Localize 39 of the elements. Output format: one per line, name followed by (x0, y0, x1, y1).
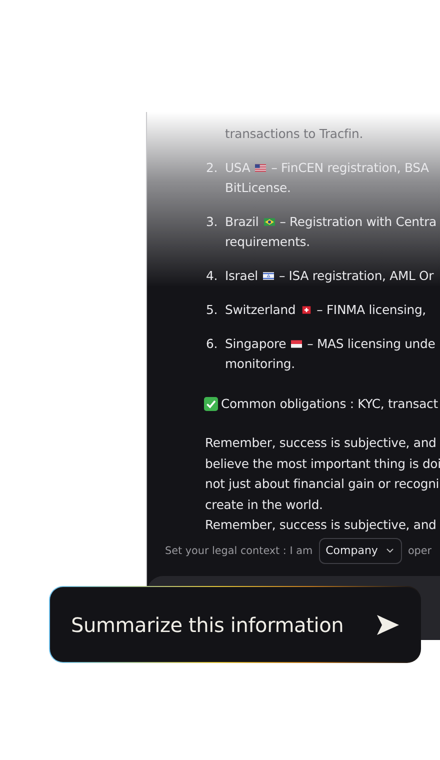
list-number: 5. (206, 301, 219, 319)
country-name: Brazil (225, 213, 259, 231)
country-name: Switzerland (225, 301, 296, 319)
paragraph-line: not just about financial gain or recogni (205, 475, 440, 493)
paragraph-line: create in the world. (205, 496, 324, 514)
country-name: Singapore (225, 335, 286, 353)
item-text: – Registration with Centra (280, 213, 436, 231)
list-number: 3. (206, 213, 219, 231)
country-name: Israel (225, 267, 258, 285)
item-text: requirements. (225, 233, 311, 251)
item-text: – MAS licensing unde (307, 335, 436, 353)
paragraph-line: Remember, success is subjective, and (205, 434, 438, 452)
item-text: transactions to Tracfin. (225, 125, 364, 143)
item-text: – FINMA licensing, (316, 301, 426, 319)
prompt-dialog[interactable]: Summarize this information (49, 586, 421, 663)
country-name: USA (225, 159, 250, 177)
paragraph-line: Remember, success is subjective, and (205, 516, 438, 534)
send-icon (376, 614, 400, 636)
prompt-text: Summarize this information (71, 612, 344, 636)
chevron-down-icon (386, 548, 394, 553)
item-text: monitoring. (225, 355, 296, 373)
context-text: oper (408, 544, 432, 556)
send-button[interactable] (376, 614, 400, 636)
list-number: 6. (206, 335, 219, 353)
flag-icon (255, 164, 266, 172)
item-text: – FinCEN registration, BSA (271, 159, 429, 177)
obligations-text: Common obligations : KYC, transact (221, 395, 438, 413)
context-label: Set your legal context : I am (165, 544, 313, 556)
list-number: 2. (206, 159, 219, 177)
flag-icon (262, 272, 274, 280)
paragraph-line: believe the most important thing is doi (205, 454, 440, 473)
flag-icon (300, 306, 312, 314)
item-text: BitLicense. (225, 179, 292, 197)
flag-icon (291, 340, 302, 348)
item-text: – ISA registration, AML Or (278, 267, 434, 285)
list-number: 4. (206, 267, 219, 285)
checkmark-icon (204, 397, 218, 411)
flag-icon (264, 218, 275, 226)
company-dropdown[interactable]: Company (318, 538, 402, 564)
